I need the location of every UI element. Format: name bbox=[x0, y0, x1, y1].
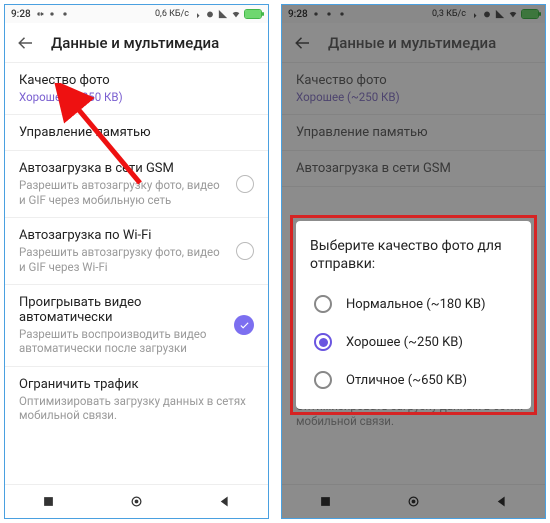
toggle-off-icon[interactable] bbox=[236, 242, 254, 260]
radio-icon bbox=[314, 371, 332, 389]
battery-icon bbox=[244, 9, 262, 19]
dialog-title: Выберите качество фото для отправки: bbox=[310, 237, 517, 273]
radio-icon bbox=[314, 295, 332, 313]
row-sub: Разрешить воспроизводить видео автоматич… bbox=[19, 327, 226, 356]
row-title: Автозагрузка в сети GSM bbox=[19, 161, 228, 176]
status-bar: 9:28 0,6 КБ/с bbox=[5, 5, 268, 23]
row-title: Ограничить трафик bbox=[19, 377, 254, 392]
toggle-off-icon[interactable] bbox=[236, 175, 254, 193]
alarm-icon bbox=[205, 9, 215, 19]
settings-list: Качество фото Хорошее (~250 КВ) Управлен… bbox=[5, 63, 268, 484]
gear-icon bbox=[34, 9, 44, 19]
dialog-option-excellent[interactable]: Отличное (~650 KB) bbox=[310, 361, 517, 399]
phone-screen-right: 9:28 0,3 КБ/с Данные и мультимедиа Качес… bbox=[281, 4, 546, 519]
row-value: Хорошее (~250 КВ) bbox=[19, 90, 254, 104]
radio-selected-icon bbox=[314, 333, 332, 351]
dialog-option-good[interactable]: Хорошее (~250 KB) bbox=[310, 323, 517, 361]
gear-icon bbox=[60, 9, 70, 19]
phone-screen-left: 9:28 0,6 КБ/с Данные и мультимедиа Качес… bbox=[4, 4, 269, 519]
page-title: Данные и мультимедиа bbox=[51, 34, 219, 52]
row-traffic[interactable]: Ограничить трафик Оптимизировать загрузк… bbox=[5, 367, 268, 433]
row-title: Проигрывать видео автоматически bbox=[19, 295, 226, 325]
row-sub: Разрешить автозагрузку фото, видео и GIF… bbox=[19, 178, 228, 207]
row-title: Управление памятью bbox=[19, 125, 254, 140]
nav-home-icon[interactable] bbox=[129, 494, 144, 509]
row-memory[interactable]: Управление памятью bbox=[5, 115, 268, 151]
row-sub: Разрешить автозагрузку фото, видео и GIF… bbox=[19, 245, 228, 274]
status-clock: 9:28 bbox=[11, 9, 31, 20]
row-photo-quality[interactable]: Качество фото Хорошее (~250 КВ) bbox=[5, 63, 268, 115]
row-autoplay[interactable]: Проигрывать видео автоматически Разрешит… bbox=[5, 285, 268, 367]
status-net-speed: 0,6 КБ/с bbox=[155, 9, 189, 19]
bluetooth-icon bbox=[192, 9, 202, 19]
annotation-highlight: Выберите качество фото для отправки: Нор… bbox=[290, 215, 537, 415]
option-label: Хорошее (~250 KB) bbox=[346, 335, 463, 350]
option-label: Отличное (~650 KB) bbox=[346, 373, 467, 388]
photo-quality-dialog: Выберите качество фото для отправки: Нор… bbox=[296, 221, 531, 409]
nav-bar bbox=[5, 484, 268, 518]
row-title: Качество фото bbox=[19, 73, 254, 88]
dialog-option-normal[interactable]: Нормальное (~180 KB) bbox=[310, 285, 517, 323]
toggle-on-icon[interactable] bbox=[234, 315, 254, 335]
row-sub: Оптимизировать загрузку данных в сетях м… bbox=[19, 394, 254, 423]
row-title: Автозагрузка по Wi-Fi bbox=[19, 228, 228, 243]
back-icon[interactable] bbox=[17, 34, 35, 52]
app-header: Данные и мультимедиа bbox=[5, 23, 268, 63]
row-wifi[interactable]: Автозагрузка по Wi-Fi Разрешить автозагр… bbox=[5, 218, 268, 285]
signal-icon bbox=[218, 9, 228, 19]
nav-recent-icon[interactable] bbox=[41, 494, 56, 509]
gear-icon bbox=[47, 9, 57, 19]
option-label: Нормальное (~180 KB) bbox=[346, 297, 486, 312]
nav-back-icon[interactable] bbox=[217, 494, 232, 509]
wifi-icon bbox=[231, 9, 241, 19]
row-gsm[interactable]: Автозагрузка в сети GSM Разрешить автоза… bbox=[5, 151, 268, 218]
